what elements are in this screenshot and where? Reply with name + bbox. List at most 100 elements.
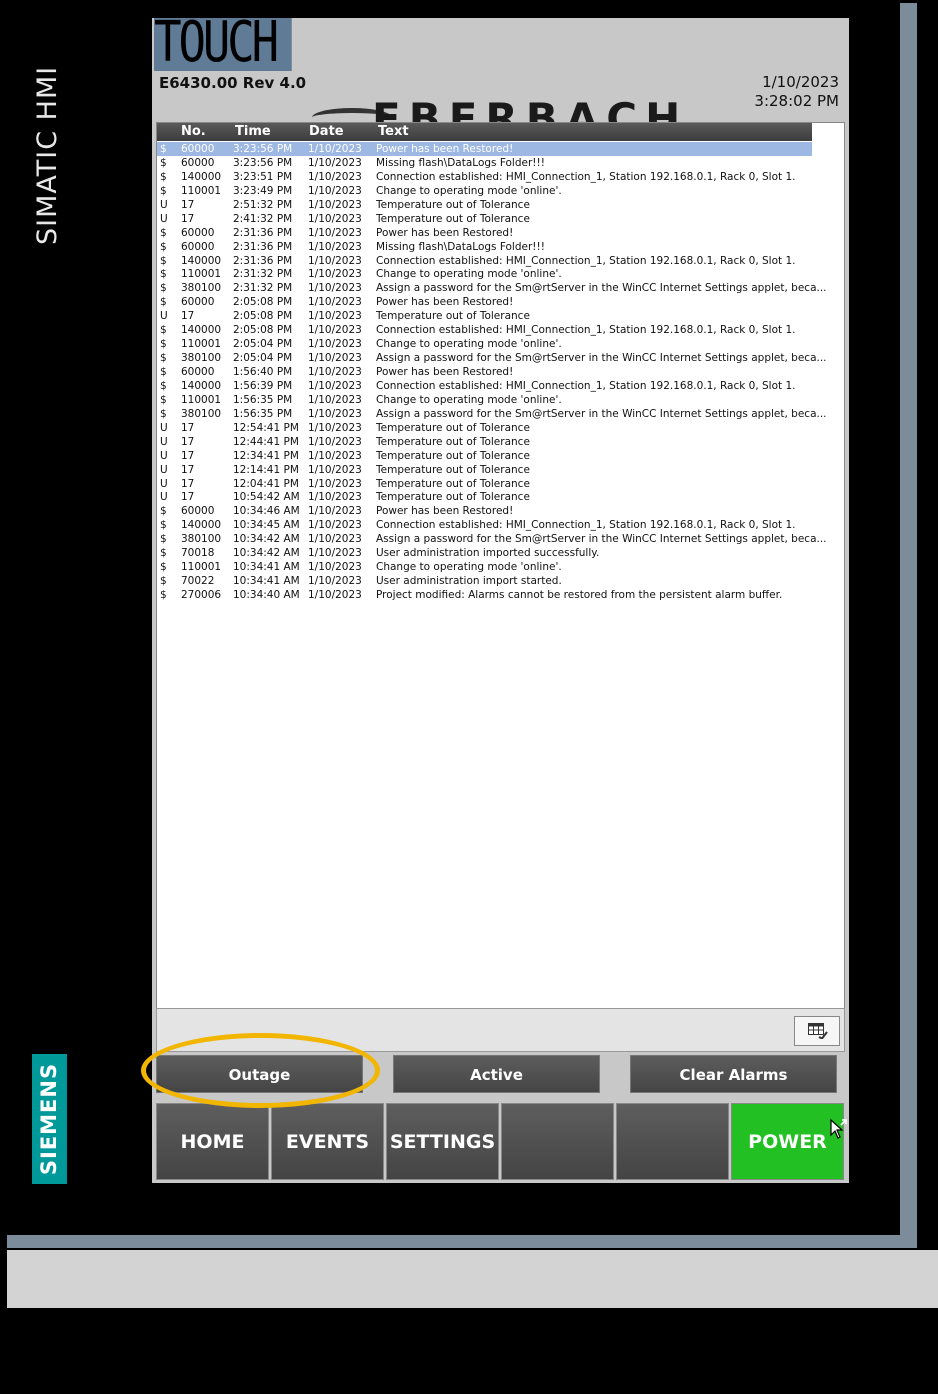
alarm-view[interactable]: No. Time Date Text $60000 3:23:56 PM 1/10/… <box>156 122 845 1010</box>
column-header-text[interactable]: Text <box>378 124 409 139</box>
alarm-text: Power has been Restored! <box>376 143 514 155</box>
alarm-state: $ <box>160 296 167 309</box>
alarm-row[interactable]: $60000 3:23:56 PM 1/10/2023 Missing flash\D… <box>157 156 812 170</box>
alarm-row[interactable]: $60000 2:31:36 PM 1/10/2023 Power has been … <box>157 226 812 240</box>
alarm-state: $ <box>160 547 167 560</box>
alarm-row[interactable]: U 17 12:54:41 PM 1/10/2023 Temperature out o… <box>157 421 812 435</box>
alarm-row[interactable]: U 17 12:44:41 PM 1/10/2023 Temperature out o… <box>157 435 812 449</box>
alarm-state: $ <box>160 254 167 267</box>
alarm-text: Assign a password for the Sm@rtServer in… <box>376 407 827 420</box>
alarm-row[interactable]: U 17 2:51:32 PM 1/10/2023 Temperature out of… <box>157 198 812 212</box>
table-edit-icon <box>808 1023 828 1039</box>
alarm-row[interactable]: $60000 1:56:40 PM 1/10/2023 Power has been … <box>157 365 812 379</box>
alarm-state: U <box>160 435 168 448</box>
alarm-time: 3:23:49 PM <box>233 184 293 197</box>
alarm-state: $ <box>160 143 167 155</box>
nav-home-button[interactable]: HOME <box>156 1103 269 1180</box>
alarm-time: 10:34:42 AM <box>233 547 300 560</box>
alarm-date: 1/10/2023 <box>308 338 362 351</box>
column-header-date[interactable]: Date <box>309 124 344 139</box>
alarm-row[interactable]: U 17 12:34:41 PM 1/10/2023 Temperature out o… <box>157 449 812 463</box>
column-header-no[interactable]: No. <box>181 124 206 139</box>
alarm-state: U <box>160 463 168 476</box>
alarm-row[interactable]: $140000 10:34:45 AM 1/10/2023 Connection es… <box>157 518 812 532</box>
alarm-row[interactable]: $110001 2:31:32 PM 1/10/2023 Change to oper… <box>157 267 812 281</box>
alarm-row[interactable]: $270006 10:34:40 AM 1/10/2023 Project modif… <box>157 588 812 602</box>
alarm-time: 10:34:46 AM <box>233 505 300 518</box>
alarm-date: 1/10/2023 <box>308 533 362 546</box>
alarm-text: Temperature out of Tolerance <box>376 449 530 462</box>
alarm-number: 60000 <box>181 226 215 239</box>
active-button[interactable]: Active <box>393 1055 600 1093</box>
alarm-row[interactable]: $70018 10:34:42 AM 1/10/2023 User administr… <box>157 546 812 560</box>
alarm-state: $ <box>160 589 167 601</box>
alarm-row[interactable]: $110001 2:05:04 PM 1/10/2023 Change to oper… <box>157 337 812 351</box>
alarm-text: Temperature out of Tolerance <box>376 491 530 504</box>
alarm-number: 110001 <box>181 561 222 574</box>
alarm-row[interactable]: U 17 2:41:32 PM 1/10/2023 Temperature out of… <box>157 212 812 226</box>
alarm-row[interactable]: $140000 1:56:39 PM 1/10/2023 Connection est… <box>157 379 812 393</box>
alarm-row[interactable]: $110001 10:34:41 AM 1/10/2023 Change to ope… <box>157 560 812 574</box>
alarm-row[interactable]: $60000 2:05:08 PM 1/10/2023 Power has been … <box>157 295 812 309</box>
alarm-date: 1/10/2023 <box>308 352 362 365</box>
alarm-time: 2:31:32 PM <box>233 268 293 281</box>
alarm-row[interactable]: $70022 10:34:41 AM 1/10/2023 User administr… <box>157 574 812 588</box>
alarm-time: 2:05:04 PM <box>233 338 293 351</box>
alarm-row[interactable]: $60000 2:31:36 PM 1/10/2023 Missing flash\D… <box>157 240 812 254</box>
alarm-row[interactable]: $140000 2:05:08 PM 1/10/2023 Connection est… <box>157 323 812 337</box>
table-settings-button[interactable] <box>794 1016 840 1046</box>
alarm-row[interactable]: $110001 3:23:49 PM 1/10/2023 Change to oper… <box>157 184 812 198</box>
alarm-text: Power has been Restored! <box>376 505 514 518</box>
alarm-row[interactable]: $380100 10:34:42 AM 1/10/2023 Assign a pass… <box>157 532 827 546</box>
alarm-number: 60000 <box>181 296 215 309</box>
column-header-time[interactable]: Time <box>235 124 271 139</box>
nav-power-button[interactable]: POWER <box>731 1103 844 1180</box>
alarm-state: $ <box>160 379 167 392</box>
alarm-table-header: No. Time Date Text <box>157 123 812 141</box>
alarm-state: $ <box>160 282 167 295</box>
alarm-time: 10:34:42 AM <box>233 533 300 546</box>
alarm-row[interactable]: U 17 12:14:41 PM 1/10/2023 Temperature out o… <box>157 463 812 477</box>
alarm-text: Project modified: Alarms cannot be resto… <box>376 589 783 601</box>
alarm-number: 17 <box>181 212 195 225</box>
alarm-number: 60000 <box>181 143 215 155</box>
nav-blank-button-2[interactable] <box>616 1103 729 1180</box>
alarm-state: U <box>160 310 168 323</box>
alarm-row[interactable]: $110001 1:56:35 PM 1/10/2023 Change to oper… <box>157 393 812 407</box>
alarm-time: 12:14:41 PM <box>233 463 299 476</box>
alarm-row[interactable]: U 17 12:04:41 PM 1/10/2023 Temperature out o… <box>157 477 812 491</box>
alarm-row[interactable]: $380100 2:05:04 PM 1/10/2023 Assign a passw… <box>157 351 827 365</box>
alarm-text: Temperature out of Tolerance <box>376 477 530 490</box>
alarm-number: 17 <box>181 491 195 504</box>
alarm-text: Temperature out of Tolerance <box>376 463 530 476</box>
alarm-row[interactable]: $60000 3:23:56 PM 1/10/2023 Power has been … <box>157 142 812 156</box>
clear-alarms-button[interactable]: Clear Alarms <box>630 1055 837 1093</box>
alarm-date: 1/10/2023 <box>308 505 362 518</box>
alarm-time: 10:54:42 AM <box>233 491 300 504</box>
alarm-time: 1:56:35 PM <box>233 407 293 420</box>
alarm-text: Change to operating mode 'online'. <box>376 338 562 351</box>
nav-events-button[interactable]: EVENTS <box>271 1103 384 1180</box>
alarm-row[interactable]: $380100 1:56:35 PM 1/10/2023 Assign a passw… <box>157 407 827 421</box>
current-date: 1/10/2023 <box>762 73 839 91</box>
alarm-row[interactable]: $380100 2:31:32 PM 1/10/2023 Assign a passw… <box>157 281 827 295</box>
alarm-text: Temperature out of Tolerance <box>376 198 530 211</box>
alarm-time: 2:31:36 PM <box>233 240 293 253</box>
nav-blank-button-1[interactable] <box>501 1103 614 1180</box>
alarm-row[interactable]: $140000 3:23:51 PM 1/10/2023 Connection est… <box>157 170 812 184</box>
alarm-text: Change to operating mode 'online'. <box>376 268 562 281</box>
alarm-state: $ <box>160 352 167 365</box>
alarm-row[interactable]: U 17 10:54:42 AM 1/10/2023 Temperature out o… <box>157 490 812 504</box>
alarm-state: $ <box>160 268 167 281</box>
alarm-date: 1/10/2023 <box>308 268 362 281</box>
alarm-date: 1/10/2023 <box>308 156 362 169</box>
alarm-row[interactable]: $60000 10:34:46 AM 1/10/2023 Power has been… <box>157 504 812 518</box>
alarm-date: 1/10/2023 <box>308 491 362 504</box>
alarm-date: 1/10/2023 <box>308 184 362 197</box>
nav-settings-button[interactable]: SETTINGS <box>386 1103 499 1180</box>
alarm-text: Assign a password for the Sm@rtServer in… <box>376 533 827 546</box>
alarm-row[interactable]: U 17 2:05:08 PM 1/10/2023 Temperature out of… <box>157 309 812 323</box>
alarm-row[interactable]: $140000 2:31:36 PM 1/10/2023 Connection est… <box>157 254 812 268</box>
alarm-rows: $60000 3:23:56 PM 1/10/2023 Power has been … <box>157 142 827 602</box>
alarm-date: 1/10/2023 <box>308 366 362 378</box>
